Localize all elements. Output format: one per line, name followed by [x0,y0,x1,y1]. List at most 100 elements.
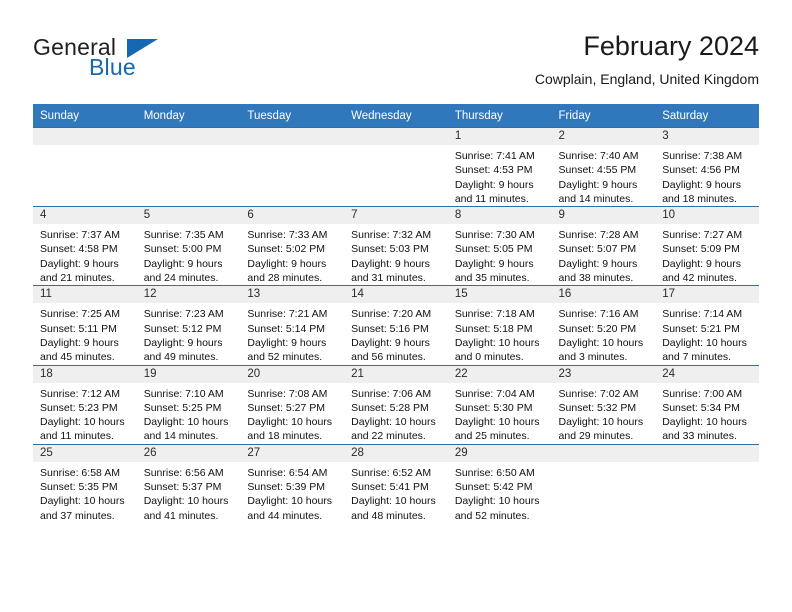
day-cell[interactable]: 8 Sunrise: 7:30 AM Sunset: 5:05 PM Dayli… [447,206,552,286]
day-cell[interactable]: 24 Sunrise: 7:00 AM Sunset: 5:34 PM Dayl… [655,364,759,445]
day-cell[interactable]: 21 Sunrise: 7:06 AM Sunset: 5:28 PM Dayl… [344,364,448,445]
daylight-text-line1: Daylight: 9 hours [247,336,327,349]
sunset-text: Sunset: 5:30 PM [454,401,533,414]
daylight-text-line1: Daylight: 9 hours [143,257,223,270]
daylight-text-line2: and 48 minutes. [351,509,426,522]
day-number [33,128,137,145]
daylight-text-line2: and 49 minutes. [143,351,219,364]
day-number: 24 [655,365,759,383]
sunrise-text: Sunrise: 7:25 AM [40,308,120,321]
daylight-text-line2: and 44 minutes. [247,509,323,522]
day-cell[interactable]: 6 Sunrise: 7:33 AM Sunset: 5:02 PM Dayli… [240,206,345,286]
page-subtitle: Cowplain, England, United Kingdom [534,71,759,87]
calendar-page: General Blue February 2024 Cowplain, Eng… [0,0,792,612]
day-cell[interactable]: 17 Sunrise: 7:14 AM Sunset: 5:21 PM Dayl… [655,285,759,366]
daylight-text-line2: and 11 minutes. [40,430,114,443]
sunrise-text: Sunrise: 7:12 AM [40,387,120,400]
daylight-text-line1: Daylight: 10 hours [143,495,229,508]
day-details: Sunrise: 7:30 AM Sunset: 5:05 PM Dayligh… [448,224,552,285]
day-cell[interactable] [240,126,345,207]
sunset-text: Sunset: 4:55 PM [558,164,637,177]
daylight-text-line1: Daylight: 10 hours [662,416,747,429]
page-title: February 2024 [583,31,759,61]
day-details: Sunrise: 7:40 AM Sunset: 4:55 PM Dayligh… [552,145,656,206]
daylight-text-line1: Daylight: 9 hours [351,257,430,270]
day-cell[interactable] [33,126,137,207]
weekday-header-monday: Monday [136,104,241,128]
day-number: 5 [136,207,241,225]
day-cell[interactable] [655,443,759,523]
day-cell[interactable] [136,126,241,207]
calendar-week-row: 1 Sunrise: 7:41 AM Sunset: 4:53 PM Dayli… [33,126,759,207]
day-cell[interactable]: 11 Sunrise: 7:25 AM Sunset: 5:11 PM Dayl… [33,285,137,366]
day-cell[interactable]: 5 Sunrise: 7:35 AM Sunset: 5:00 PM Dayli… [136,206,241,286]
day-details: Sunrise: 7:32 AM Sunset: 5:03 PM Dayligh… [344,224,448,285]
day-details: Sunrise: 6:50 AM Sunset: 5:42 PM Dayligh… [448,462,552,523]
day-cell[interactable]: 19 Sunrise: 7:10 AM Sunset: 5:25 PM Dayl… [136,364,241,445]
sunrise-text: Sunrise: 7:14 AM [662,308,743,321]
sunset-text: Sunset: 5:20 PM [558,322,637,335]
day-cell[interactable] [551,443,656,523]
sunrise-text: Sunrise: 7:16 AM [558,308,639,321]
daylight-text-line1: Daylight: 10 hours [40,416,125,429]
sunrise-text: Sunrise: 7:40 AM [558,150,639,162]
day-cell[interactable]: 27 Sunrise: 6:54 AM Sunset: 5:39 PM Dayl… [240,443,345,523]
day-number: 9 [551,207,656,225]
day-cell[interactable] [344,126,448,207]
daylight-text-line2: and 37 minutes. [40,509,115,522]
day-number: 4 [33,207,137,225]
day-details: Sunrise: 7:20 AM Sunset: 5:16 PM Dayligh… [344,303,448,364]
sunset-text: Sunset: 5:25 PM [143,401,222,414]
day-details: Sunrise: 7:14 AM Sunset: 5:21 PM Dayligh… [655,303,759,364]
day-cell[interactable]: 10 Sunrise: 7:27 AM Sunset: 5:09 PM Dayl… [655,206,759,286]
daylight-text-line2: and 24 minutes. [143,272,219,285]
day-details: Sunrise: 7:04 AM Sunset: 5:30 PM Dayligh… [448,383,552,444]
sunset-text: Sunset: 5:00 PM [143,243,222,256]
sunrise-text: Sunrise: 7:28 AM [558,229,639,242]
day-cell[interactable]: 9 Sunrise: 7:28 AM Sunset: 5:07 PM Dayli… [551,206,656,286]
day-number [240,128,345,145]
day-cell[interactable]: 22 Sunrise: 7:04 AM Sunset: 5:30 PM Dayl… [447,364,552,445]
weekday-header-tuesday: Tuesday [240,104,345,128]
day-cell[interactable]: 12 Sunrise: 7:23 AM Sunset: 5:12 PM Dayl… [136,285,241,366]
day-number: 26 [136,444,241,462]
sunrise-text: Sunrise: 7:02 AM [558,387,639,400]
general-blue-logo[interactable]: General Blue [33,34,253,92]
daylight-text-line1: Daylight: 10 hours [662,336,747,349]
day-cell[interactable]: 3 Sunrise: 7:38 AM Sunset: 4:56 PM Dayli… [655,126,759,207]
day-details: Sunrise: 7:16 AM Sunset: 5:20 PM Dayligh… [552,303,656,364]
daylight-text-line1: Daylight: 10 hours [454,336,540,349]
daylight-text-line2: and 52 minutes. [454,509,530,522]
day-details: Sunrise: 7:12 AM Sunset: 5:23 PM Dayligh… [33,383,137,444]
day-details: Sunrise: 7:21 AM Sunset: 5:14 PM Dayligh… [240,303,344,364]
day-cell[interactable]: 18 Sunrise: 7:12 AM Sunset: 5:23 PM Dayl… [33,364,137,445]
day-number: 14 [344,286,448,304]
daylight-text-line1: Daylight: 9 hours [558,257,638,270]
day-cell[interactable]: 29 Sunrise: 6:50 AM Sunset: 5:42 PM Dayl… [447,443,552,523]
day-cell[interactable]: 15 Sunrise: 7:18 AM Sunset: 5:18 PM Dayl… [447,285,552,366]
sunset-text: Sunset: 5:35 PM [40,481,118,494]
day-cell[interactable]: 7 Sunrise: 7:32 AM Sunset: 5:03 PM Dayli… [344,206,448,286]
sunrise-text: Sunrise: 7:21 AM [247,308,328,321]
sunset-text: Sunset: 5:27 PM [247,401,326,414]
day-cell[interactable]: 13 Sunrise: 7:21 AM Sunset: 5:14 PM Dayl… [240,285,345,366]
day-details: Sunrise: 7:00 AM Sunset: 5:34 PM Dayligh… [655,383,759,444]
day-number: 18 [33,365,137,383]
day-cell[interactable]: 28 Sunrise: 6:52 AM Sunset: 5:41 PM Dayl… [344,443,448,523]
day-cell[interactable]: 16 Sunrise: 7:16 AM Sunset: 5:20 PM Dayl… [551,285,656,366]
sunset-text: Sunset: 4:53 PM [454,164,533,177]
day-cell[interactable]: 1 Sunrise: 7:41 AM Sunset: 4:53 PM Dayli… [447,126,552,207]
day-cell[interactable]: 4 Sunrise: 7:37 AM Sunset: 4:58 PM Dayli… [33,206,137,286]
day-number: 28 [344,444,448,462]
day-cell[interactable]: 14 Sunrise: 7:20 AM Sunset: 5:16 PM Dayl… [344,285,448,366]
weekday-header-wednesday: Wednesday [344,104,448,128]
day-cell[interactable]: 23 Sunrise: 7:02 AM Sunset: 5:32 PM Dayl… [551,364,656,445]
day-cell[interactable]: 2 Sunrise: 7:40 AM Sunset: 4:55 PM Dayli… [551,126,656,207]
day-cell[interactable]: 20 Sunrise: 7:08 AM Sunset: 5:27 PM Dayl… [240,364,345,445]
sunset-text: Sunset: 5:16 PM [351,322,429,335]
sunrise-text: Sunrise: 7:32 AM [351,229,432,242]
daylight-text-line1: Daylight: 9 hours [454,257,534,270]
day-cell[interactable]: 25 Sunrise: 6:58 AM Sunset: 5:35 PM Dayl… [33,443,137,523]
day-cell[interactable]: 26 Sunrise: 6:56 AM Sunset: 5:37 PM Dayl… [136,443,241,523]
calendar-week-row: 11 Sunrise: 7:25 AM Sunset: 5:11 PM Dayl… [33,285,759,366]
